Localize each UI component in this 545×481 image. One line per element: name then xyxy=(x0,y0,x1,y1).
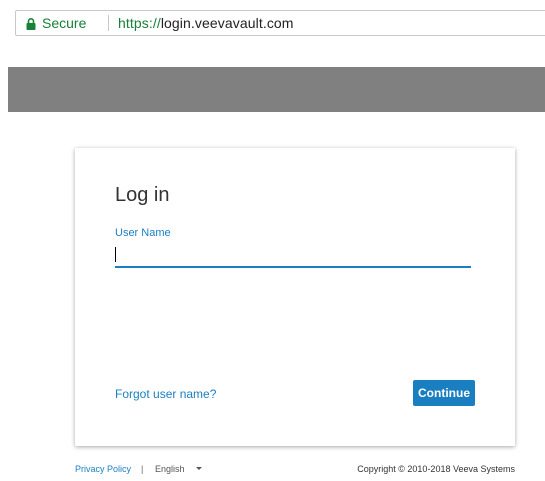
copyright-text: Copyright © 2010-2018 Veeva Systems xyxy=(357,464,515,474)
page-title: Log in xyxy=(115,184,170,206)
footer: Privacy Policy | English Copyright © 201… xyxy=(75,462,515,478)
forgot-username-link[interactable]: Forgot user name? xyxy=(115,387,216,401)
url-host: login.veevavault.com xyxy=(160,15,294,31)
language-select[interactable]: English xyxy=(155,462,185,476)
username-input[interactable] xyxy=(115,244,471,268)
continue-button[interactable]: Continue xyxy=(413,380,475,406)
address-bar[interactable]: Secure https://login.veevavault.com xyxy=(15,10,545,36)
header-band xyxy=(8,67,545,112)
chevron-down-icon[interactable] xyxy=(196,467,202,470)
url-scheme: https:// xyxy=(118,15,161,31)
username-label: User Name xyxy=(115,227,171,239)
privacy-policy-link[interactable]: Privacy Policy xyxy=(75,462,131,476)
address-divider xyxy=(108,15,109,31)
login-card: Log in User Name Forgot user name? Conti… xyxy=(75,148,515,446)
secure-label: Secure xyxy=(42,15,87,31)
lock-icon xyxy=(26,17,36,30)
text-caret xyxy=(115,247,116,262)
url-text[interactable]: https://login.veevavault.com xyxy=(118,15,294,32)
page: Secure https://login.veevavault.com Log … xyxy=(0,0,545,481)
footer-separator: | xyxy=(141,464,144,474)
